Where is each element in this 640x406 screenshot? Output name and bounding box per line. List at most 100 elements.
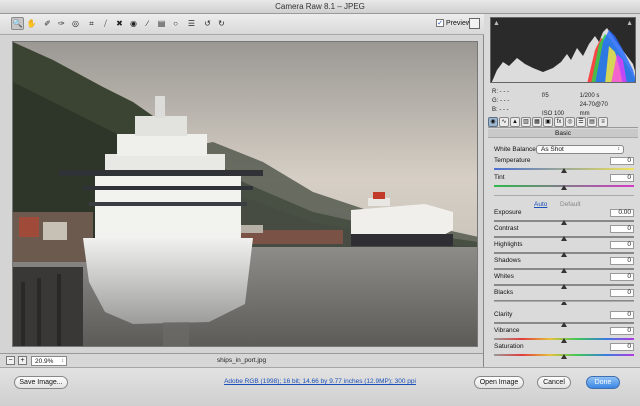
slider-label: Whites (494, 273, 514, 280)
chevron-updown-icon: ↕ (617, 146, 621, 152)
slider-value-field[interactable]: 0.00 (610, 209, 634, 217)
tab-effects-icon[interactable]: fx (554, 116, 564, 127)
fullscreen-icon[interactable] (469, 18, 480, 29)
slider-highlights: Highlights 0 (494, 241, 634, 257)
slider-thumb[interactable] (561, 168, 567, 173)
default-link[interactable]: Default (560, 201, 581, 208)
rotate-left-icon[interactable]: ↺ (201, 17, 214, 30)
slider-label: Highlights (494, 241, 523, 248)
color-sampler-icon[interactable]: ✑ (55, 17, 68, 30)
slider-whites: Whites 0 (494, 273, 634, 289)
right-panel: ▲ ▲ R: - - - G: - - - B: - - - f/5 1/200… (484, 14, 640, 367)
slider-value-field[interactable]: 0 (610, 273, 634, 281)
divider (494, 195, 634, 196)
graduated-filter-icon[interactable]: ▤ (155, 17, 168, 30)
slider-label: Shadows (494, 257, 521, 264)
slider-thumb[interactable] (561, 354, 567, 359)
slider-shadows: Shadows 0 (494, 257, 634, 273)
slider-value-field[interactable]: 0 (610, 225, 634, 233)
zoom-icon[interactable]: 🔍 (11, 17, 24, 30)
slider-label: Blacks (494, 289, 514, 296)
workflow-options-link[interactable]: Adobe RGB (1998); 16 bit; 14.66 by 9.77 … (150, 378, 490, 385)
divider (494, 301, 634, 302)
slider-label: Saturation (494, 343, 524, 350)
spot-removal-icon[interactable]: ✖ (113, 17, 126, 30)
slider-contrast: Contrast 0 (494, 225, 634, 241)
red-eye-icon[interactable]: ◉ (127, 17, 140, 30)
crop-icon[interactable]: ⌗ (85, 17, 98, 30)
slider-label: Tint (494, 174, 505, 181)
slider-clarity: Clarity 0 (494, 311, 634, 327)
slider-label: Exposure (494, 209, 522, 216)
photo-preview[interactable] (12, 41, 478, 347)
tab-lens-icon[interactable]: ▣ (543, 116, 553, 127)
cancel-button[interactable]: Cancel (537, 376, 571, 389)
hand-icon[interactable]: ✋ (25, 17, 38, 30)
slider-value-field[interactable]: 0 (610, 241, 634, 249)
slider-label: Temperature (494, 157, 531, 164)
preview-toggle[interactable]: ✓ Preview (436, 19, 471, 27)
histogram-graph (491, 28, 635, 82)
slider-vibrance: Vibrance 0 (494, 327, 634, 343)
radial-filter-icon[interactable]: ○ (169, 17, 182, 30)
preview-label: Preview (446, 19, 471, 27)
bottom-bar: Save Image... Adobe RGB (1998); 16 bit; … (0, 367, 640, 406)
auto-link[interactable]: Auto (534, 201, 547, 208)
slider-thumb[interactable] (561, 185, 567, 190)
preview-canvas (0, 35, 484, 353)
exif-aperture: f/5 (542, 93, 549, 99)
toolbar: 🔍 ✋ ✐ ✑ ◎ ⌗ ⧸ ✖ ◉ ∕ ▤ ○ ☰ ↺ ↻ ✓ Preview (0, 14, 484, 35)
preferences-icon[interactable]: ☰ (185, 17, 198, 30)
straighten-icon[interactable]: ⧸ (99, 17, 112, 30)
done-button[interactable]: Done (586, 376, 620, 389)
adjustment-brush-icon[interactable]: ∕ (141, 17, 154, 30)
shadow-clipping-icon[interactable]: ▲ (493, 20, 500, 27)
tab-detail-icon[interactable]: ▲ (510, 116, 520, 127)
tab-camera-calibration-icon[interactable]: ◎ (565, 116, 575, 127)
tab-basic-icon[interactable]: ◉ (488, 116, 498, 127)
auto-default-row: Auto Default (494, 201, 634, 209)
exif-row-1: f/5 1/200 s (542, 92, 616, 101)
panel-menu-icon[interactable]: ≡ (598, 116, 608, 127)
exif-shutter: 1/200 s (579, 93, 600, 99)
slider-value-field[interactable]: 0 (610, 343, 634, 351)
white-balance-value: As Shot (541, 146, 564, 153)
slider-blacks: Blacks 0 (494, 289, 634, 305)
histogram: ▲ ▲ (490, 17, 636, 83)
readout-b: B: - - - (492, 107, 509, 113)
white-balance-select[interactable]: As Shot ↕ (536, 145, 624, 154)
slider-value-field[interactable]: 0 (610, 327, 634, 335)
readout-r: R: - - - (492, 89, 509, 95)
white-balance-label: White Balance: (494, 146, 538, 153)
open-image-button[interactable]: Open Image (474, 376, 524, 389)
tab-presets-icon[interactable]: ☰ (576, 116, 586, 127)
slider-value-field[interactable]: 0 (610, 157, 634, 165)
target-adjust-icon[interactable]: ◎ (69, 17, 82, 30)
tab-tone-curve-icon[interactable]: ∿ (499, 116, 509, 127)
file-name: ships_in_port.jpg (216, 357, 267, 364)
white-balance-icon[interactable]: ✐ (41, 17, 54, 30)
panel-tabs: ◉ ∿ ▲ ▥ ▦ ▣ fx ◎ ☰ ▤ ≡ (488, 116, 638, 128)
title-bar: Camera Raw 8.1 – JPEG (0, 0, 640, 14)
slider-exposure: Exposure 0.00 (494, 209, 634, 225)
slider-label: Vibrance (494, 327, 520, 334)
preview-checkbox[interactable]: ✓ (436, 19, 444, 27)
slider-tint: Tint 0 (494, 174, 634, 190)
slider-saturation: Saturation 0 (494, 343, 634, 359)
slider-value-field[interactable]: 0 (610, 311, 634, 319)
slider-label: Clarity (494, 311, 513, 318)
slider-temperature: Temperature 0 (494, 157, 634, 173)
slider-value-field[interactable]: 0 (610, 257, 634, 265)
save-image-button[interactable]: Save Image... (14, 376, 68, 389)
info-readout: R: - - - G: - - - B: - - - f/5 1/200 s I… (490, 86, 636, 117)
tab-hsl-icon[interactable]: ▥ (521, 116, 531, 127)
tab-snapshots-icon[interactable]: ▤ (587, 116, 597, 127)
highlight-clipping-icon[interactable]: ▲ (626, 20, 633, 27)
rotate-right-icon[interactable]: ↻ (215, 17, 228, 30)
status-bar: − + 20.9% ↕ ships_in_port.jpg (0, 353, 484, 367)
tab-split-toning-icon[interactable]: ▦ (532, 116, 542, 127)
slider-value-field[interactable]: 0 (610, 289, 634, 297)
slider-label: Contrast (494, 225, 519, 232)
slider-value-field[interactable]: 0 (610, 174, 634, 182)
ships-photo (13, 42, 477, 346)
